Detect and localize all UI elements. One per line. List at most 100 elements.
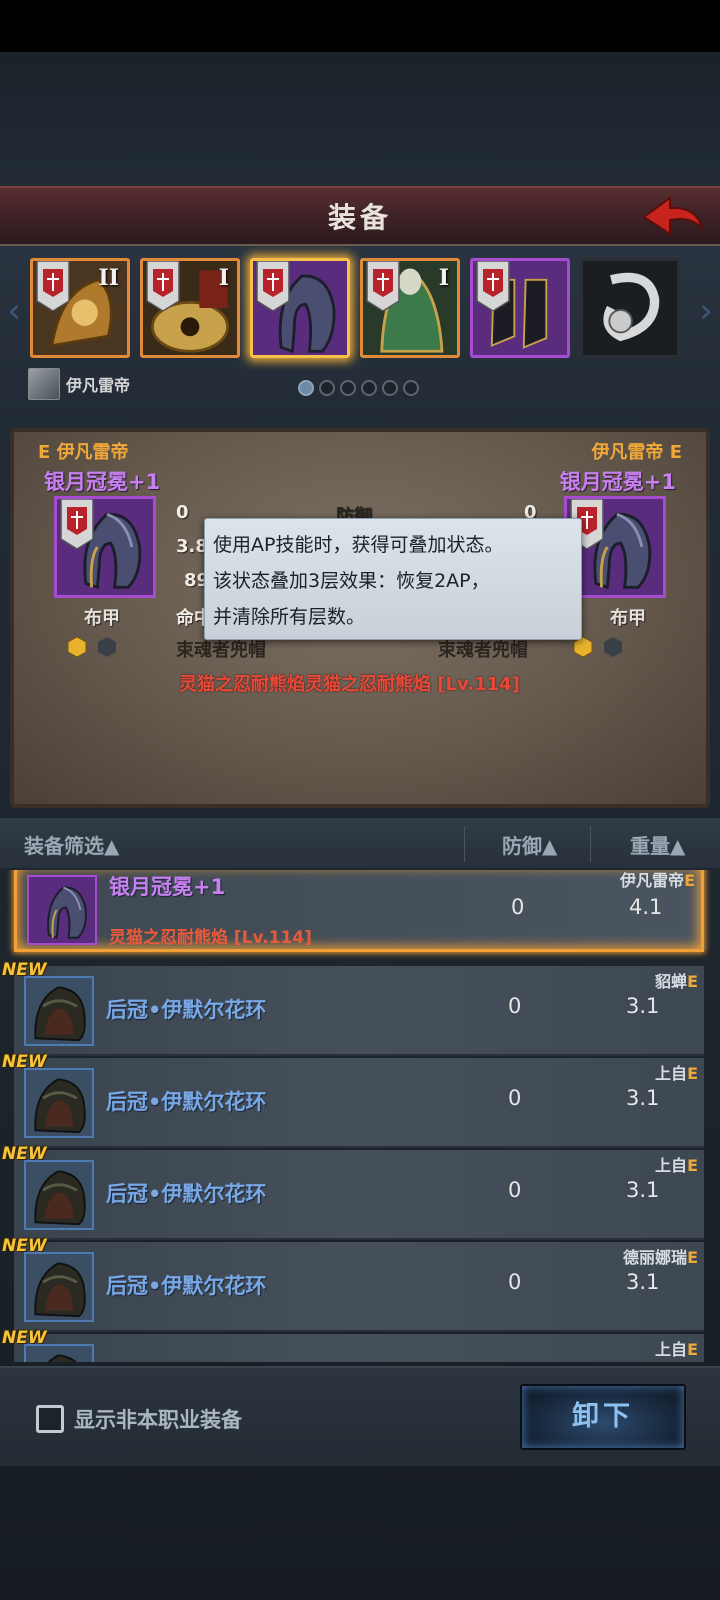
class-banner-icon [60,499,94,549]
item-defense: 0 [508,994,522,1018]
page-dot[interactable] [361,380,377,396]
compare-left-item-name: 银月冠冕+1 [44,470,161,494]
item-icon [24,1252,94,1322]
item-weight: 3.1 [626,1178,660,1202]
compare-right-item-name: 银月冠冕+1 [559,470,676,494]
item-owner: 貂蝉E [655,968,698,992]
item-weight: 4.1 [629,895,663,919]
owner-name: 上自 [655,1340,688,1359]
footer-bar: 显示非本职业装备 卸下 [0,1366,720,1466]
owner-grade: E [687,1064,698,1083]
weight-sort[interactable]: 重量▲ [630,830,685,859]
status-bar [0,0,720,52]
character-tag: 伊凡雷帝 [28,368,130,400]
owner-grade: E [687,1156,698,1175]
class-banner-icon [366,261,400,311]
owner-name: 上自 [655,1064,688,1083]
tooltip-line: 并清除所有层数。 [213,606,366,628]
new-badge: NEW [2,1144,47,1164]
tier-label: II [98,265,119,291]
page-dot[interactable] [319,380,335,396]
new-badge: NEW [2,1052,47,1072]
compare-skill-text: 灵猫之忍耐熊焰灵猫之忍耐熊焰 [Lv.114] [179,674,520,695]
page-indicator [298,380,419,396]
header-bar: 装备 [0,186,720,246]
item-defense: 0 [508,1270,522,1294]
back-arrow-icon [642,196,704,236]
item-weight: 3.1 [626,994,660,1018]
owner-grade: E [687,972,698,991]
compare-left-stat-defense: 0 [176,502,189,523]
gem-socket-empty-icon [98,637,116,657]
checkbox[interactable] [36,1405,64,1433]
equipment-row[interactable]: 后冠•伊默尔花环 貂蝉E 0 3.1 NEW [2,960,704,1056]
list-header: 装备筛选▲ 防御▲ 重量▲ [0,818,720,868]
gem-socket-filled-icon [67,636,87,658]
item-owner: 德丽娜瑞E [623,1244,698,1268]
compare-left-type: 布甲 [84,608,120,629]
compare-right-owner: 伊凡雷帝 E [591,442,682,463]
accessory-slot[interactable] [580,258,680,358]
page-dot[interactable] [403,380,419,396]
item-skill: 灵猫之忍耐熊焰 [Lv.114] [109,928,312,948]
item-owner: 上自E [655,1336,698,1360]
equipment-row-selected[interactable]: 银月冠冕+1 灵猫之忍耐熊焰 [Lv.114] 伊凡雷帝E 0 4.1 [14,870,704,952]
unequip-button[interactable]: 卸下 [520,1384,686,1450]
equipment-row[interactable]: 上自E NEW [2,1328,704,1362]
page-title: 装备 [327,201,392,234]
divider [590,826,591,862]
class-banner-icon [146,261,180,311]
item-weight: 3.1 [626,1270,660,1294]
divider [464,826,465,862]
equipment-filter-sort[interactable]: 装备筛选▲ [24,830,119,859]
item-name: 后冠•伊默尔花环 [106,1182,267,1206]
new-badge: NEW [2,960,47,980]
boots-slot[interactable] [470,258,570,358]
page-dot[interactable] [382,380,398,396]
equipment-row[interactable]: 后冠•伊默尔花环 上自E 0 3.1 NEW [2,1052,704,1148]
show-other-class-toggle[interactable]: 显示非本职业装备 [36,1404,242,1434]
new-badge: NEW [2,1236,47,1256]
class-banner-icon [36,261,70,311]
equipment-list[interactable]: 银月冠冕+1 灵猫之忍耐熊焰 [Lv.114] 伊凡雷帝E 0 4.1 后冠•伊默尔花环貂… [0,870,720,1362]
compare-right-type: 布甲 [610,608,646,629]
equipment-row[interactable]: 后冠•伊默尔花环 德丽娜瑞E 0 3.1 NEW [2,1236,704,1332]
compare-left-item-icon [54,496,156,598]
item-name: 后冠•伊默尔花环 [106,998,267,1022]
item-name: 银月冠冕+1 [109,875,226,899]
equipment-row[interactable]: 后冠•伊默尔花环 上自E 0 3.1 NEW [2,1144,704,1240]
defense-sort[interactable]: 防御▲ [502,830,557,859]
new-badge: NEW [2,1328,47,1348]
owner-name: 伊凡雷帝 [620,871,685,890]
item-icon [24,1068,94,1138]
offhand-slot[interactable]: I [140,258,240,358]
owner-grade: E [684,871,695,890]
back-button[interactable] [640,192,706,242]
class-banner-icon [256,261,290,311]
item-defense: 0 [511,895,525,919]
skill-tooltip: 使用AP技能时，获得可叠加状态。 该状态叠加3层效果：恢复2AP， 并清除所有层… [204,518,582,640]
owner-name: 貂蝉 [655,972,688,991]
tier-label: I [218,265,229,291]
tooltip-line: 该状态叠加3层效果：恢复2AP， [213,570,490,592]
owner-grade: E [687,1248,698,1267]
item-weight: 3.1 [626,1086,660,1110]
tier-label: I [438,265,449,291]
item-name: 后冠•伊默尔花环 [106,1090,267,1114]
owner-name: 上自 [655,1156,688,1175]
gem-socket-empty-icon [604,637,622,657]
owner-name: 德丽娜瑞 [623,1248,688,1267]
item-name: 后冠•伊默尔花环 [106,1274,267,1298]
checkbox-label: 显示非本职业装备 [74,1408,242,1432]
item-owner: 上自E [655,1152,698,1176]
compare-left-owner: E 伊凡雷帝 [38,442,129,463]
armor-slot[interactable]: I [360,258,460,358]
page-dot[interactable] [298,380,314,396]
avatar [28,368,60,400]
page-dot[interactable] [340,380,356,396]
head-slot[interactable] [250,258,350,358]
next-arrow-icon[interactable]: › [694,286,718,336]
character-name: 伊凡雷帝 [66,376,131,395]
prev-arrow-icon[interactable]: ‹ [2,286,26,336]
weapon-slot[interactable]: II [30,258,130,358]
